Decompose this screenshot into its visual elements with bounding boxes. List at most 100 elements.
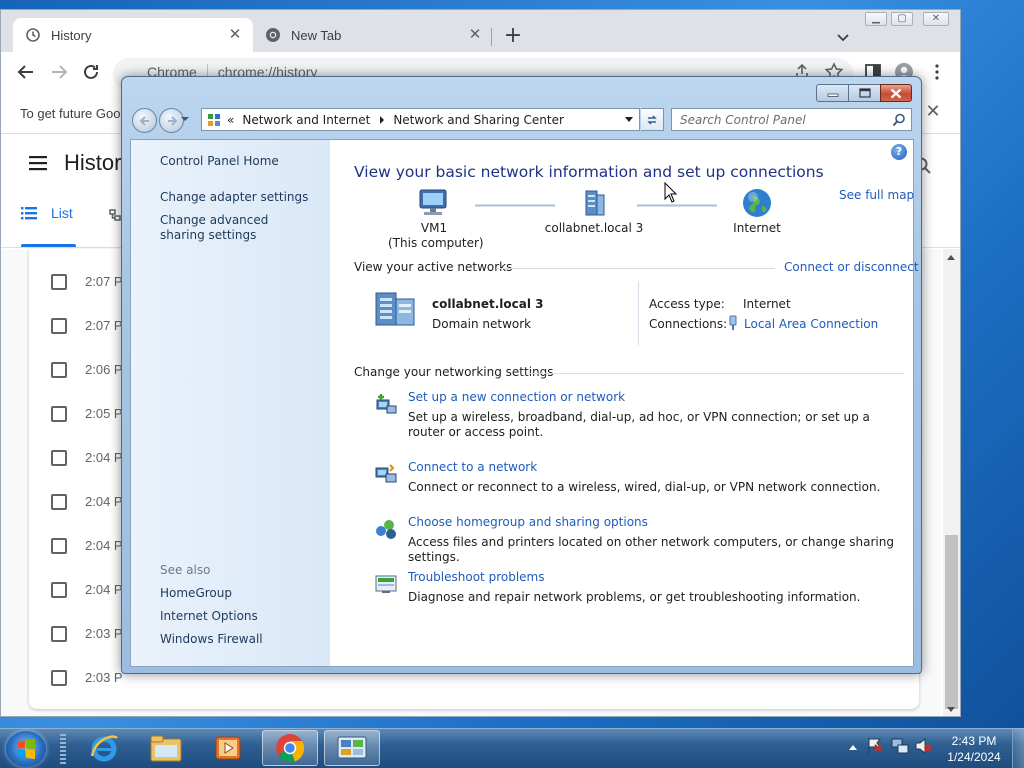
back-icon[interactable] [15, 61, 37, 83]
action-center-flag-icon[interactable] [866, 736, 884, 756]
change-adapter-settings-link[interactable]: Change adapter settings [160, 190, 308, 205]
search-icon[interactable] [892, 113, 906, 127]
vertical-divider [638, 281, 639, 345]
taskbar-windows-explorer[interactable] [138, 730, 194, 766]
address-breadcrumb-bar[interactable]: « Network and Internet Network and Shari… [201, 108, 640, 131]
local-area-connection-link[interactable]: Local Area Connection [744, 317, 878, 331]
windows-firewall-link[interactable]: Windows Firewall [160, 632, 263, 647]
tab-list-label: List [51, 205, 73, 221]
connect-or-disconnect-link[interactable]: Connect or disconnect [784, 260, 919, 274]
chrome-icon [276, 734, 305, 763]
history-row-checkbox[interactable] [51, 670, 67, 686]
network-tray-icon[interactable] [891, 736, 909, 756]
control-panel-home-link[interactable]: Control Panel Home [160, 154, 279, 169]
taskbar-chrome[interactable] [262, 730, 318, 766]
clock-time: 2:43 PM [951, 734, 997, 748]
history-row-checkbox[interactable] [51, 318, 67, 334]
cp-close-button[interactable] [880, 84, 912, 102]
minimize-button[interactable]: ▁ [865, 12, 887, 26]
map-node-internet[interactable]: Internet [722, 188, 792, 236]
breadcrumb-network-sharing-center[interactable]: Network and Sharing Center [393, 113, 564, 127]
show-desktop-button[interactable] [1012, 729, 1024, 768]
history-row-checkbox[interactable] [51, 494, 67, 510]
reload-icon[interactable] [80, 61, 102, 83]
tab-search-chevron-icon[interactable] [833, 27, 853, 47]
chrome-icon [266, 28, 280, 42]
history-row-checkbox[interactable] [51, 582, 67, 598]
map-node-network[interactable]: collabnet.local 3 [544, 188, 644, 236]
task-homegroup: Choose homegroup and sharing options Acc… [374, 515, 894, 564]
homegroup-sharing-link[interactable]: Choose homegroup and sharing options [408, 515, 648, 529]
help-icon[interactable]: ? [891, 144, 907, 160]
change-advanced-sharing-link[interactable]: Change advanced sharing settings [160, 213, 310, 243]
taskbar-grip [60, 734, 66, 764]
hamburger-menu-icon[interactable] [29, 155, 49, 171]
history-row-checkbox[interactable] [51, 538, 67, 554]
new-tab-button[interactable]: + [501, 25, 525, 49]
menu-kebab-icon[interactable] [926, 61, 948, 83]
settings-header: Change your networking settings [354, 365, 554, 379]
address-dropdown-icon[interactable] [620, 110, 638, 129]
back-button[interactable] [132, 108, 157, 133]
map-node-computer[interactable]: VM1 (This computer) [388, 188, 484, 251]
active-network-type: Domain network [432, 317, 532, 331]
history-row-checkbox[interactable] [51, 450, 67, 466]
network-sharing-center-window: « Network and Internet Network and Shari… [121, 76, 922, 674]
internet-label: Internet [733, 221, 781, 235]
breadcrumb-separator-icon[interactable] [380, 115, 385, 124]
main-content-pane: ? View your basic network information an… [330, 140, 919, 666]
taskbar-control-panel[interactable] [324, 730, 380, 766]
infobar-close-icon[interactable]: ✕ [924, 103, 942, 121]
start-button[interactable] [6, 731, 46, 767]
caption-buttons [816, 84, 912, 102]
media-player-icon [215, 736, 241, 760]
history-row-time: 2:03 P [85, 670, 123, 685]
internet-options-link[interactable]: Internet Options [160, 609, 258, 624]
scrollbar-thumb[interactable] [945, 535, 958, 709]
refresh-button[interactable] [641, 108, 664, 131]
history-row-time: 2:05 P [85, 406, 123, 421]
mouse-cursor-icon [664, 182, 678, 203]
network-name: collabnet.local 3 [544, 221, 644, 235]
scroll-up-icon[interactable] [947, 255, 955, 260]
taskbar-internet-explorer[interactable] [76, 730, 132, 766]
cp-maximize-button[interactable] [848, 84, 881, 102]
history-row-checkbox[interactable] [51, 362, 67, 378]
tab-list[interactable]: List [21, 205, 73, 221]
task-new-connection: Set up a new connection or network Set u… [374, 390, 894, 440]
domain-network-large-icon [375, 292, 415, 326]
vertical-scrollbar[interactable] [943, 249, 960, 716]
connect-to-network-link[interactable]: Connect to a network [408, 460, 537, 474]
close-button[interactable]: ✕ [923, 12, 949, 26]
taskbar-media-player[interactable] [200, 730, 256, 766]
active-networks-header: View your active networks [354, 260, 513, 274]
page-title: Histor [64, 150, 122, 175]
system-clock[interactable]: 2:43 PM 1/24/2024 [938, 733, 1010, 765]
homegroup-link[interactable]: HomeGroup [160, 586, 232, 601]
see-also-label: See also [160, 563, 211, 577]
close-tab-icon[interactable]: ✕ [467, 27, 483, 43]
breadcrumb-network-and-internet[interactable]: Network and Internet [242, 113, 370, 127]
tab-label: New Tab [291, 27, 342, 43]
history-row-checkbox[interactable] [51, 406, 67, 422]
scroll-down-icon[interactable] [947, 707, 955, 712]
maximize-button[interactable]: ▢ [891, 12, 913, 26]
recent-pages-dropdown-icon[interactable] [181, 117, 189, 121]
tab-new-tab[interactable]: New Tab ✕ [253, 18, 493, 52]
infobar-text: To get future Goo [20, 106, 121, 121]
forward-icon[interactable] [48, 61, 70, 83]
setup-new-connection-link[interactable]: Set up a new connection or network [408, 390, 625, 404]
clock-date: 1/24/2024 [947, 750, 1001, 764]
see-full-map-link[interactable]: See full map [839, 188, 914, 202]
volume-muted-icon[interactable] [914, 736, 932, 756]
troubleshoot-problems-link[interactable]: Troubleshoot problems [408, 570, 544, 584]
history-row-checkbox[interactable] [51, 274, 67, 290]
show-hidden-icons-icon[interactable] [844, 738, 862, 758]
cp-minimize-button[interactable] [816, 84, 849, 102]
history-row-checkbox[interactable] [51, 626, 67, 642]
search-control-panel-input[interactable]: Search Control Panel [671, 108, 912, 131]
close-tab-icon[interactable]: ✕ [227, 27, 243, 43]
tab-history[interactable]: History ✕ [13, 18, 253, 52]
breadcrumb-overflow[interactable]: « [227, 113, 234, 127]
search-placeholder: Search Control Panel [680, 113, 806, 127]
